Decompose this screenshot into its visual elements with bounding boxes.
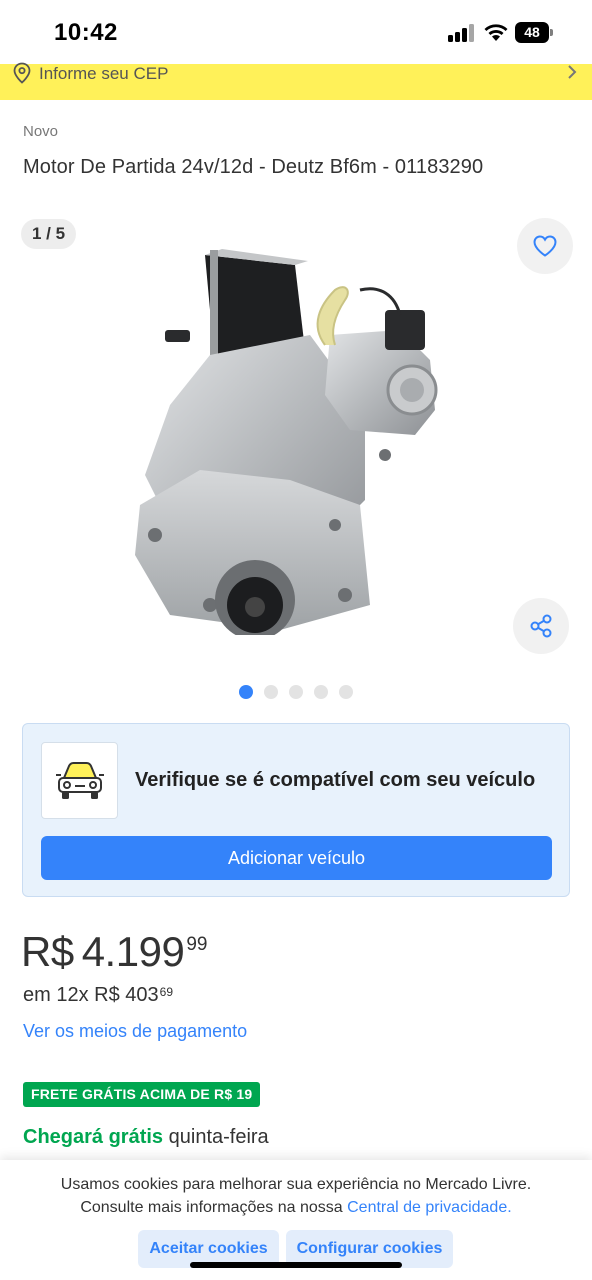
gallery-dot[interactable] [289, 685, 303, 699]
installments: em 12x R$ 40369 [23, 984, 173, 1007]
free-shipping-badge: FRETE GRÁTIS ACIMA DE R$ 19 [23, 1082, 261, 1107]
status-bar: 10:42 48 [0, 0, 592, 64]
arrival-info: Chegará grátis quinta-feira [23, 1126, 269, 1149]
arrival-highlight: Chegará grátis [23, 1126, 164, 1148]
privacy-center-link[interactable]: Central de privacidade. [347, 1199, 512, 1216]
gallery-dot[interactable] [239, 685, 253, 699]
product-gallery[interactable]: 1 / 5 [0, 205, 592, 705]
cookie-message-line2: Consulte mais informações na nossa [80, 1199, 343, 1216]
installments-amount: em 12x R$ 403 [23, 984, 159, 1006]
image-counter: 1 / 5 [21, 219, 77, 249]
battery-level: 48 [515, 22, 549, 43]
wifi-icon [484, 24, 508, 41]
location-pin-icon [13, 62, 31, 84]
share-button[interactable] [513, 598, 569, 654]
gallery-dot[interactable] [264, 685, 278, 699]
product-condition: Novo [23, 123, 59, 140]
favorite-button[interactable] [517, 218, 573, 274]
payment-methods-link[interactable]: Ver os meios de pagamento [23, 1021, 247, 1042]
cep-label: Informe seu CEP [39, 64, 169, 83]
cookie-message-line1: Usamos cookies para melhorar sua experiê… [60, 1176, 532, 1193]
screen: 10:42 48 Informe seu CEP Novo Motor De P… [0, 0, 592, 1280]
compatibility-card: Verifique se é compatível com seu veícul… [22, 723, 570, 897]
gallery-dot[interactable] [314, 685, 328, 699]
price-amount: 4.199 [81, 928, 185, 975]
compatibility-message: Verifique se é compatível com seu veícul… [135, 769, 536, 791]
share-icon [530, 614, 552, 638]
product-title: Motor De Partida 24v/12d - Deutz Bf6m - … [23, 156, 484, 178]
arrival-day: quinta-feira [168, 1126, 269, 1148]
home-indicator[interactable] [190, 1262, 402, 1268]
price: R$ 4.199 99 [21, 928, 207, 976]
add-vehicle-button[interactable]: Adicionar veículo [41, 836, 552, 880]
installments-cents: 69 [159, 985, 173, 999]
gallery-pagination [0, 685, 592, 699]
vehicle-thumbnail [41, 742, 118, 819]
status-time: 10:42 [54, 19, 118, 46]
price-cents: 99 [186, 934, 208, 955]
product-image[interactable] [130, 235, 460, 635]
chevron-right-icon [568, 65, 577, 79]
cellular-signal-icon [448, 24, 476, 42]
battery-icon: 48 [515, 22, 553, 43]
cookie-message: Usamos cookies para melhorar sua experiê… [0, 1173, 592, 1219]
car-icon [55, 761, 104, 799]
price-currency: R$ [21, 928, 74, 975]
heart-icon [533, 235, 557, 257]
gallery-dot[interactable] [339, 685, 353, 699]
location-bar[interactable]: Informe seu CEP [0, 62, 592, 100]
